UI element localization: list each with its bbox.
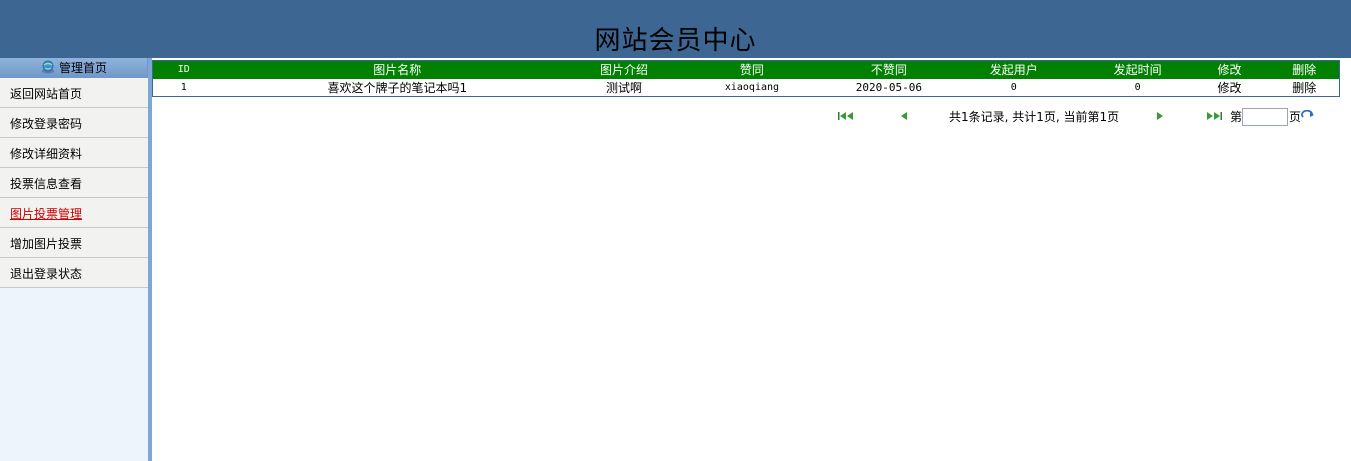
page-suffix: 页 xyxy=(1289,110,1302,124)
page-title: 网站会员中心 xyxy=(594,26,757,56)
table-row: 1 喜欢这个牌子的笔记本吗1 测试啊 xiaoqiang 2020-05-06 … xyxy=(152,78,1340,97)
go-refresh-icon[interactable] xyxy=(1301,110,1315,122)
page-header: 网站会员中心 xyxy=(0,0,1351,58)
cell-intro: 测试啊 xyxy=(580,78,668,97)
col-header-user: 发起用户 xyxy=(941,60,1086,79)
sidebar-item-edit-profile[interactable]: 修改详细资料 xyxy=(0,138,148,168)
sidebar-item-logout[interactable]: 退出登录状态 xyxy=(0,258,148,288)
sidebar-item-add-image-vote[interactable]: 增加图片投票 xyxy=(0,228,148,258)
cell-agree: xiaoqiang xyxy=(668,78,836,97)
cell-user: 0 xyxy=(941,78,1086,97)
pager: 共1条记录, 共计1页, 当前第1页 第 页 xyxy=(0,108,1351,126)
cell-disagree: 2020-05-06 xyxy=(835,78,942,97)
page-prefix: 第 xyxy=(1230,110,1243,124)
sidebar-head-label: 管理首页 xyxy=(58,61,107,75)
col-header-agree: 赞同 xyxy=(668,60,836,79)
prev-page-icon[interactable] xyxy=(896,109,914,123)
col-header-time: 发起时间 xyxy=(1085,60,1190,79)
col-header-delete: 删除 xyxy=(1269,60,1340,79)
first-page-icon[interactable] xyxy=(837,109,855,123)
col-header-edit: 修改 xyxy=(1189,60,1270,79)
col-header-id: ID xyxy=(152,60,215,79)
cell-id: 1 xyxy=(152,78,215,97)
last-page-icon[interactable] xyxy=(1205,109,1223,123)
table-header-row: ID 图片名称 图片介绍 赞同 不赞同 发起用户 发起时间 修改 删除 xyxy=(152,60,1340,79)
home-globe-icon xyxy=(41,60,54,74)
page-number-input[interactable] xyxy=(1242,108,1288,126)
sidebar-item-home[interactable]: 返回网站首页 xyxy=(0,78,148,108)
cell-name: 喜欢这个牌子的笔记本吗1 xyxy=(214,78,581,97)
delete-link[interactable]: 删除 xyxy=(1269,78,1340,97)
edit-link[interactable]: 修改 xyxy=(1189,78,1270,97)
sidebar-item-vote-info[interactable]: 投票信息查看 xyxy=(0,168,148,198)
col-header-name: 图片名称 xyxy=(214,60,581,79)
col-header-intro: 图片介绍 xyxy=(580,60,668,79)
cell-time: 0 xyxy=(1085,78,1190,97)
sidebar-item-image-vote-manage[interactable]: 图片投票管理 xyxy=(0,198,148,228)
vote-table: ID 图片名称 图片介绍 赞同 不赞同 发起用户 发起时间 修改 删除 1 喜欢… xyxy=(152,60,1340,97)
next-page-icon[interactable] xyxy=(1151,109,1169,123)
pager-summary: 共1条记录, 共计1页, 当前第1页 xyxy=(949,110,1120,124)
sidebar-head[interactable]: 管理首页 xyxy=(0,58,148,78)
col-header-disagree: 不赞同 xyxy=(835,60,942,79)
